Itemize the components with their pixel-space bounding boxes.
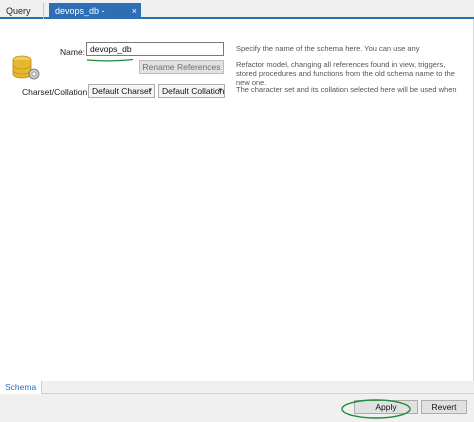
rename-references-button[interactable]: Rename References <box>139 60 224 74</box>
collation-value: Default Collation <box>162 86 225 96</box>
schema-editor-pane: Name: devops_db Rename References Charse… <box>0 19 474 381</box>
charset-value: Default Charset <box>92 86 152 96</box>
annotation-circle <box>341 399 411 419</box>
editor-tab-bar: Query 1 devops_db - Schema × <box>0 0 474 32</box>
annotation-underline <box>86 58 134 62</box>
schema-name-input[interactable]: devops_db <box>86 42 224 56</box>
tab-schema[interactable]: devops_db - Schema × <box>49 3 141 32</box>
database-gear-icon <box>12 55 40 80</box>
bottom-tab-bar: Schema <box>0 381 474 394</box>
close-icon[interactable]: × <box>132 3 137 19</box>
name-help-text: Specify the name of the schema here. You… <box>236 44 420 53</box>
tab-query-1[interactable]: Query 1 <box>0 3 44 32</box>
chevron-down-icon: ▾ <box>218 87 222 94</box>
chevron-down-icon: ▾ <box>148 87 152 94</box>
rename-help-text: Refactor model, changing all references … <box>236 60 455 87</box>
collation-select[interactable]: Default Collation ▾ <box>158 84 225 98</box>
charset-help-text: The character set and its collation sele… <box>236 85 457 94</box>
revert-button[interactable]: Revert <box>421 400 467 414</box>
charset-select[interactable]: Default Charset ▾ <box>88 84 155 98</box>
tab-schema-bottom[interactable]: Schema <box>0 381 42 394</box>
charset-collation-label: Charset/Collation: <box>22 87 90 97</box>
name-label: Name: <box>60 47 86 57</box>
